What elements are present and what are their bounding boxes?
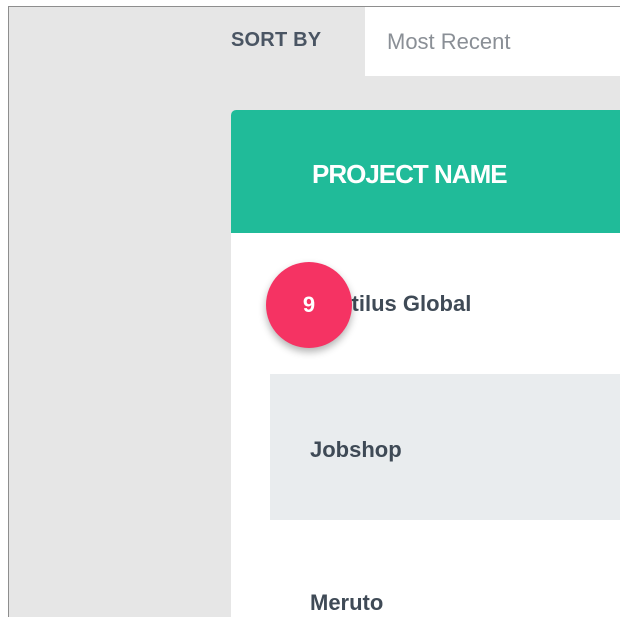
step-number-badge: 9: [266, 262, 352, 348]
column-header-project-name[interactable]: PROJECT NAME: [312, 159, 508, 190]
sort-by-select[interactable]: Most Recent: [365, 7, 620, 76]
table-row[interactable]: Meruto: [270, 520, 620, 617]
project-name-cell[interactable]: Meruto: [310, 590, 383, 616]
table-header: PROJECT NAME: [231, 110, 620, 233]
table-row[interactable]: Jobshop: [270, 374, 620, 520]
project-name-cell[interactable]: Jobshop: [310, 437, 402, 463]
sort-by-label: SORT BY: [231, 29, 322, 51]
projects-table: PROJECT NAME Nautilus Global Jobshop Mer…: [231, 110, 620, 617]
sort-by-selected-value: Most Recent: [387, 29, 511, 54]
